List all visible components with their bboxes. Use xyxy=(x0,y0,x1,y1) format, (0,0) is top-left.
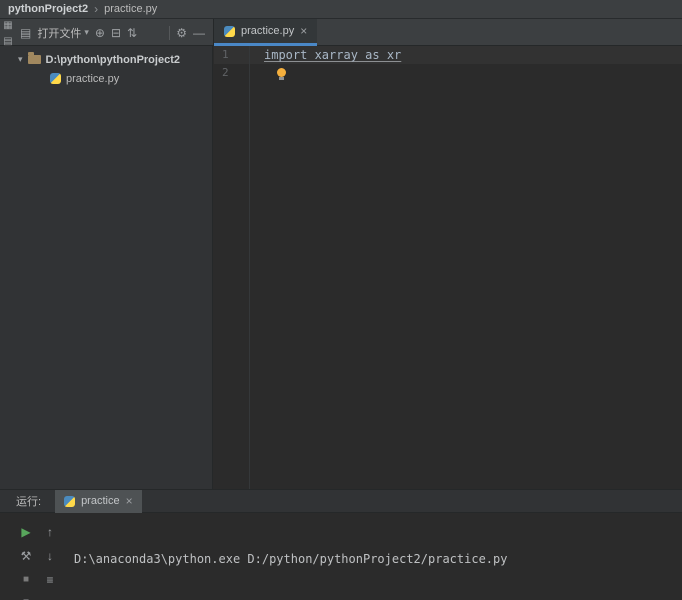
tree-item-practice-py[interactable]: practice.py xyxy=(0,69,212,88)
pycharm-window: pythonProject2 › practice.py ▦ ▤ ▤ 打开文件 … xyxy=(0,0,682,600)
code-area[interactable]: import xarray as xr xyxy=(264,46,682,82)
tree-child-label: practice.py xyxy=(66,73,119,85)
tool-window-stripe: ▦ ▤ xyxy=(0,21,16,47)
settings-wrench-icon[interactable]: ⚒ xyxy=(21,550,32,562)
top-toolbar-row: ▦ ▤ ▤ 打开文件 ▾ ⊕ ⊟ ⇅ ⚙ — practice.py × xyxy=(0,19,682,46)
chevron-down-icon[interactable]: ▾ xyxy=(18,54,23,65)
project-view-selector[interactable]: 打开文件 ▾ xyxy=(37,25,89,41)
up-arrow-icon[interactable]: ↑ xyxy=(47,526,53,538)
tree-root-label: D:\python\pythonProject2 xyxy=(46,54,180,66)
line-number: 1 xyxy=(214,46,249,64)
editor-gutter: 1 2 xyxy=(214,46,250,489)
project-stripe-icon[interactable]: ▦ xyxy=(3,21,12,31)
code-import-statement: import xarray as xr xyxy=(264,46,401,64)
project-toolbar: ▤ 打开文件 ▾ ⊕ ⊟ ⇅ ⚙ — xyxy=(16,19,213,46)
collapse-all-icon[interactable]: ⊟ xyxy=(111,27,121,39)
code-line-1: import xarray as xr xyxy=(264,46,682,64)
run-tab-practice[interactable]: practice × xyxy=(55,490,142,513)
tree-item-root-folder[interactable]: ▾ D:\python\pythonProject2 xyxy=(0,50,212,69)
tab-label: practice.py xyxy=(241,25,294,37)
project-view-label: 打开文件 xyxy=(37,25,81,41)
python-file-icon xyxy=(50,73,61,84)
line-number: 2 xyxy=(214,64,249,82)
tab-practice-py[interactable]: practice.py × xyxy=(214,19,317,46)
breadcrumb: pythonProject2 › practice.py xyxy=(0,0,682,19)
run-tool-window-header: 运行: practice × xyxy=(0,489,682,513)
breadcrumb-file[interactable]: practice.py xyxy=(104,3,157,15)
project-panel: ▾ D:\python\pythonProject2 practice.py xyxy=(0,46,213,489)
run-toolbar: ▶ ↑ ⚒ ↓ ■ ≡ ↧ ≣ xyxy=(14,520,62,600)
intention-bulb-icon[interactable] xyxy=(277,68,286,77)
close-icon[interactable]: × xyxy=(300,25,307,37)
breadcrumb-separator-icon: › xyxy=(94,2,98,16)
editor-pane[interactable]: 1 2 import xarray as xr xyxy=(214,46,682,489)
code-line-2 xyxy=(264,64,682,82)
run-panel-title: 运行: xyxy=(0,493,41,509)
hide-panel-icon[interactable]: — xyxy=(193,27,205,39)
expand-collapse-icon[interactable]: ⇅ xyxy=(127,27,137,39)
python-file-icon xyxy=(64,496,75,507)
editor-tab-bar: practice.py × xyxy=(213,19,682,46)
rerun-icon[interactable]: ▶ xyxy=(21,526,30,538)
down-arrow-icon[interactable]: ↓ xyxy=(47,550,53,562)
run-tab-label: practice xyxy=(81,495,120,507)
console-output[interactable]: D:\anaconda3\python.exe D:/python/python… xyxy=(74,517,678,600)
close-icon[interactable]: × xyxy=(126,495,133,507)
chevron-down-icon: ▾ xyxy=(84,27,89,38)
python-file-icon xyxy=(224,26,235,37)
toolbar-divider xyxy=(169,26,170,40)
run-console: ▶ ↑ ⚒ ↓ ■ ≡ ↧ ≣ D:\anaconda3\python.exe … xyxy=(0,514,682,600)
gear-icon[interactable]: ⚙ xyxy=(176,27,187,39)
console-command-line: D:\anaconda3\python.exe D:/python/python… xyxy=(74,551,678,568)
open-files-icon: ▤ xyxy=(20,27,31,39)
stop-icon[interactable]: ■ xyxy=(23,574,29,586)
locate-file-icon[interactable]: ⊕ xyxy=(95,27,105,39)
folder-icon xyxy=(28,55,41,64)
breadcrumb-project[interactable]: pythonProject2 xyxy=(8,3,88,15)
soft-wrap-icon[interactable]: ≡ xyxy=(46,574,53,586)
